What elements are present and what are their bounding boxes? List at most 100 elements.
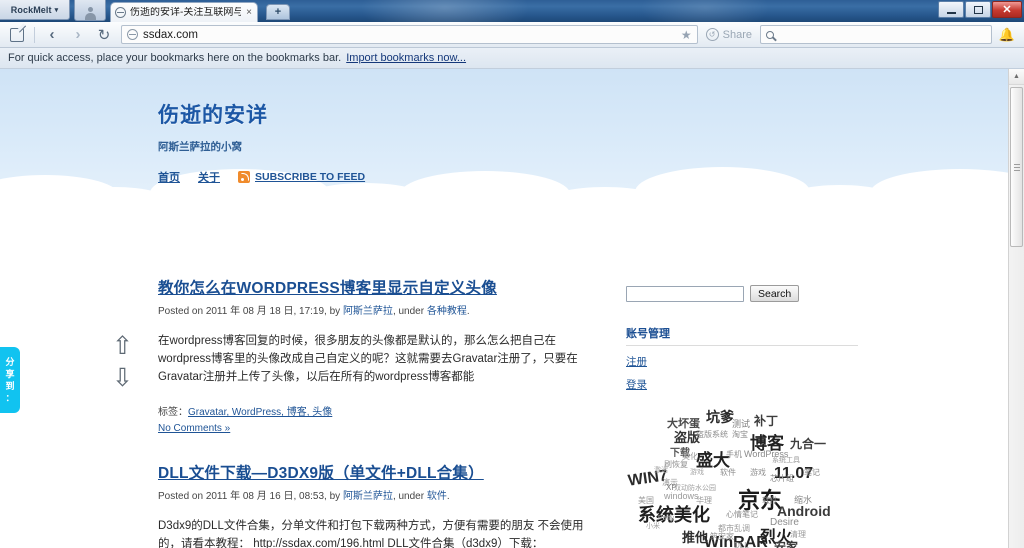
back-button[interactable]: ‹ xyxy=(41,24,63,46)
post-comments-link[interactable]: No Comments » xyxy=(158,423,230,434)
scrollbar-thumb[interactable] xyxy=(1010,87,1023,247)
tag-cloud-item[interactable]: 手机 xyxy=(726,449,742,460)
share-rail-char-4: ： xyxy=(5,392,15,403)
account-widget-title: 账号管理 xyxy=(626,325,858,346)
sidebar-link-login[interactable]: 登录 xyxy=(626,377,862,392)
post-meta-prefix: Posted on 2011 年 08 月 18 日, 17:19, by xyxy=(158,306,343,317)
browser-window: RockMelt ▾ 伤逝的安详-关注互联网与新 × + ✕ ‹ › ↻ ssd… xyxy=(0,0,1024,548)
nav-item-about[interactable]: 关于 xyxy=(198,169,220,185)
rss-icon xyxy=(238,171,250,183)
subscribe-to-feed-link[interactable]: SUBSCRIBE TO FEED xyxy=(238,171,365,183)
tag-cloud-item[interactable]: 清理 xyxy=(790,529,806,540)
tag-cloud-item[interactable]: 盗版系统 xyxy=(696,429,728,440)
tag-cloud-item[interactable]: Desire xyxy=(770,517,799,528)
chevron-down-icon: ▾ xyxy=(54,6,59,14)
share-rail-char-2: 享 xyxy=(5,368,15,379)
site-title[interactable]: 伤逝的安详 xyxy=(158,99,268,129)
tag-cloud-item[interactable]: 推他 xyxy=(682,527,708,546)
notifications-button[interactable]: 🔔 xyxy=(996,27,1018,43)
compose-button[interactable] xyxy=(6,24,28,46)
arrow-left-icon: ‹ xyxy=(49,26,55,43)
rockmelt-menu-label: RockMelt xyxy=(10,4,52,15)
tag-cloud-item[interactable]: 淘宝 xyxy=(732,429,748,440)
post-category-link[interactable]: 软件 xyxy=(427,491,447,502)
tag-cloud-item[interactable]: 系统工具 xyxy=(772,455,800,465)
tag-cloud-item[interactable]: 芯片组 xyxy=(770,473,794,484)
share-rail-char-3: 到 xyxy=(5,380,15,391)
post-tags-label: 标签： xyxy=(158,407,188,418)
tag-cloud-item[interactable]: 双动防水公园 xyxy=(674,483,716,493)
page-scrollbar[interactable]: ▲ xyxy=(1008,69,1024,548)
post-meta: Posted on 2011 年 08 月 16 日, 08:53, by 阿斯… xyxy=(158,487,598,502)
profile-avatar-button[interactable] xyxy=(74,0,106,21)
new-tab-button[interactable]: + xyxy=(266,4,290,20)
arrow-up-icon[interactable]: ⇧ xyxy=(112,334,133,359)
post-author-link[interactable]: 阿斯兰萨拉 xyxy=(343,491,393,502)
site-navigation: 首页 关于 SUBSCRIBE TO FEED xyxy=(158,169,365,185)
tag-cloud-item[interactable]: 华理 xyxy=(696,495,712,506)
sidebar-link-register[interactable]: 注册 xyxy=(626,354,862,369)
import-bookmarks-link[interactable]: Import bookmarks now... xyxy=(346,52,466,64)
site-header: 伤逝的安详 阿斯兰萨拉的小窝 xyxy=(158,99,268,154)
post-item: DLL文件下载—D3DX9版（单文件+DLL合集） Posted on 2011… xyxy=(158,464,598,548)
compose-icon xyxy=(10,27,24,42)
share-rail-char-1: 分 xyxy=(5,356,15,367)
rockmelt-menu-button[interactable]: RockMelt ▾ xyxy=(0,0,70,20)
share-sidebar-widget[interactable]: 分 享 到 ： xyxy=(0,347,20,413)
post-list: 教你怎么在WORDPRESS博客里显示自定义头像 Posted on 2011 … xyxy=(158,279,598,548)
post-title[interactable]: 教你怎么在WORDPRESS博客里显示自定义头像 xyxy=(158,280,497,297)
tag-cloud-item[interactable]: 美国 xyxy=(638,495,654,506)
tag-cloud-item[interactable]: 补丁 xyxy=(754,412,778,429)
address-bar[interactable]: ssdax.com ★ xyxy=(121,25,698,44)
forward-button[interactable]: › xyxy=(67,24,89,46)
bookmark-star-icon[interactable]: ★ xyxy=(681,28,692,42)
subscribe-to-feed-label: SUBSCRIBE TO FEED xyxy=(255,171,366,183)
post-title[interactable]: DLL文件下载—D3DX9版（单文件+DLL合集） xyxy=(158,465,484,482)
post-meta: Posted on 2011 年 08 月 18 日, 17:19, by 阿斯… xyxy=(158,302,598,317)
page-viewport: 伤逝的安详 阿斯兰萨拉的小窝 首页 关于 SUBSCRIBE TO FEED 分… xyxy=(0,69,1024,548)
close-button[interactable]: ✕ xyxy=(992,1,1022,18)
tag-cloud-item[interactable]: 筑安家 xyxy=(710,531,734,542)
post-meta-mid: , under xyxy=(392,306,427,317)
post-author-link[interactable]: 阿斯兰萨拉 xyxy=(343,306,393,317)
scroll-arrows: ⇧ ⇩ xyxy=(112,334,133,391)
minimize-button[interactable] xyxy=(938,1,964,18)
window-controls: ✕ xyxy=(938,1,1022,18)
reload-button[interactable]: ↻ xyxy=(93,24,115,46)
tag-cloud-item[interactable]: 游戏 xyxy=(690,467,704,477)
scrollbar-grip-icon xyxy=(1013,163,1020,171)
post-meta-mid: , under xyxy=(392,491,427,502)
scroll-up-button[interactable]: ▲ xyxy=(1009,69,1024,85)
share-button[interactable]: ↺ Share xyxy=(702,28,756,41)
arrow-right-icon: › xyxy=(75,26,81,43)
search-box[interactable] xyxy=(760,25,992,44)
tag-cloud-item[interactable]: 缩水 xyxy=(794,493,812,506)
bookmarks-hint-text: For quick access, place your bookmarks h… xyxy=(8,52,342,64)
tag-cloud-item[interactable]: 九合一 xyxy=(790,435,826,452)
tag-cloud-item[interactable]: 软件 xyxy=(762,495,778,506)
tag-cloud-item[interactable]: Putty xyxy=(658,515,674,522)
tag-cloud-item[interactable]: 笔记 xyxy=(804,467,820,478)
nav-item-home[interactable]: 首页 xyxy=(158,169,180,185)
search-button[interactable]: Search xyxy=(750,285,800,302)
tag-cloud-item[interactable]: 坑爹 xyxy=(706,407,734,427)
maximize-button[interactable] xyxy=(965,1,991,18)
reload-icon: ↻ xyxy=(97,26,111,44)
tag-cloud-item[interactable]: DLL xyxy=(734,541,749,548)
close-icon[interactable]: × xyxy=(245,7,253,18)
tag-cloud-item[interactable]: 美化 xyxy=(682,451,698,462)
post-meta-prefix: Posted on 2011 年 08 月 16 日, 08:53, by xyxy=(158,491,343,502)
tag-cloud-item[interactable]: 心情笔记 xyxy=(726,509,758,520)
browser-tab[interactable]: 伤逝的安详-关注互联网与新 × xyxy=(110,2,258,22)
browser-toolbar: ‹ › ↻ ssdax.com ★ ↺ Share 🔔 xyxy=(0,22,1024,48)
post-category-link[interactable]: 各种教程 xyxy=(427,306,467,317)
arrow-down-icon[interactable]: ⇩ xyxy=(112,366,133,391)
tag-cloud-item[interactable]: 游戏 xyxy=(750,467,766,478)
bookmarks-bar: For quick access, place your bookmarks h… xyxy=(0,48,1024,69)
tag-cloud-item[interactable]: 激活 xyxy=(654,465,668,475)
post-tags-value[interactable]: Gravatar, WordPress, 博客, 头像 xyxy=(188,407,332,418)
tag-cloud-item[interactable]: 小米 xyxy=(646,521,660,531)
search-input[interactable] xyxy=(626,285,744,302)
tag-cloud-widget: 京东 系统美化 博客 盛大 WinRAR Android 烈火 WIN7 11.07 盗版 坑爹 补丁… xyxy=(622,399,860,548)
tag-cloud-item[interactable]: 软件 xyxy=(720,467,736,478)
